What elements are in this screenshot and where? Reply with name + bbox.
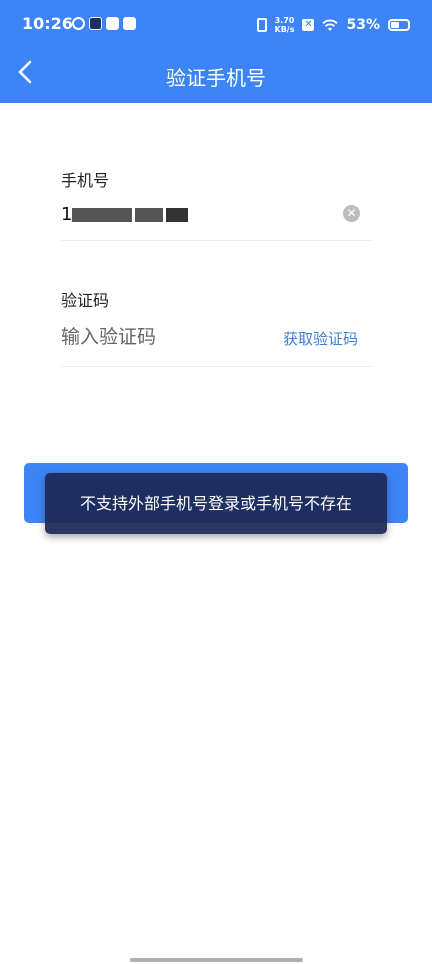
toast-message: 不支持外部手机号登录或手机号不存在 — [45, 473, 387, 534]
code-divider — [61, 366, 372, 367]
network-speed-value: 3.70 — [274, 16, 295, 25]
media-app-icon — [89, 17, 102, 30]
status-indicators: 3.70 KB/s ✕ 53% — [256, 14, 410, 36]
phone-value-visible: 1 — [61, 204, 73, 225]
phone-value-mask — [166, 208, 189, 222]
network-speed-unit: KB/s — [274, 25, 295, 34]
home-indicator[interactable] — [130, 958, 303, 962]
status-bar: 10:26 3.70 KB/s ✕ 53% — [0, 0, 432, 50]
page-title: 验证手机号 — [166, 66, 266, 90]
get-code-button[interactable]: 获取验证码 — [283, 328, 358, 349]
gallery-app-icon — [106, 17, 119, 30]
phone-label: 手机号 — [61, 171, 110, 190]
app-header: 10:26 3.70 KB/s ✕ 53% 验证手机号 — [0, 0, 432, 103]
phone-divider — [61, 240, 372, 241]
phone-field[interactable]: 1 — [61, 200, 331, 230]
status-time: 10:26 — [22, 14, 73, 33]
network-speed: 3.70 KB/s — [275, 16, 295, 34]
code-label: 验证码 — [61, 291, 110, 310]
phone-value-mask — [72, 208, 133, 222]
battery-percent: 53% — [346, 17, 380, 33]
no-sim-icon: ✕ — [302, 19, 315, 31]
phone-value-mask — [135, 208, 164, 222]
wifi-icon — [322, 19, 339, 32]
clear-icon[interactable]: ✕ — [343, 205, 360, 222]
battery-icon — [388, 19, 410, 31]
message-app-icon — [123, 17, 136, 30]
battery-level-fill — [391, 22, 399, 28]
navigation-bar: 验证手机号 — [0, 50, 432, 103]
notification-app-icon — [72, 17, 85, 30]
verification-code-input[interactable] — [61, 322, 261, 352]
vibrate-icon — [256, 18, 267, 32]
